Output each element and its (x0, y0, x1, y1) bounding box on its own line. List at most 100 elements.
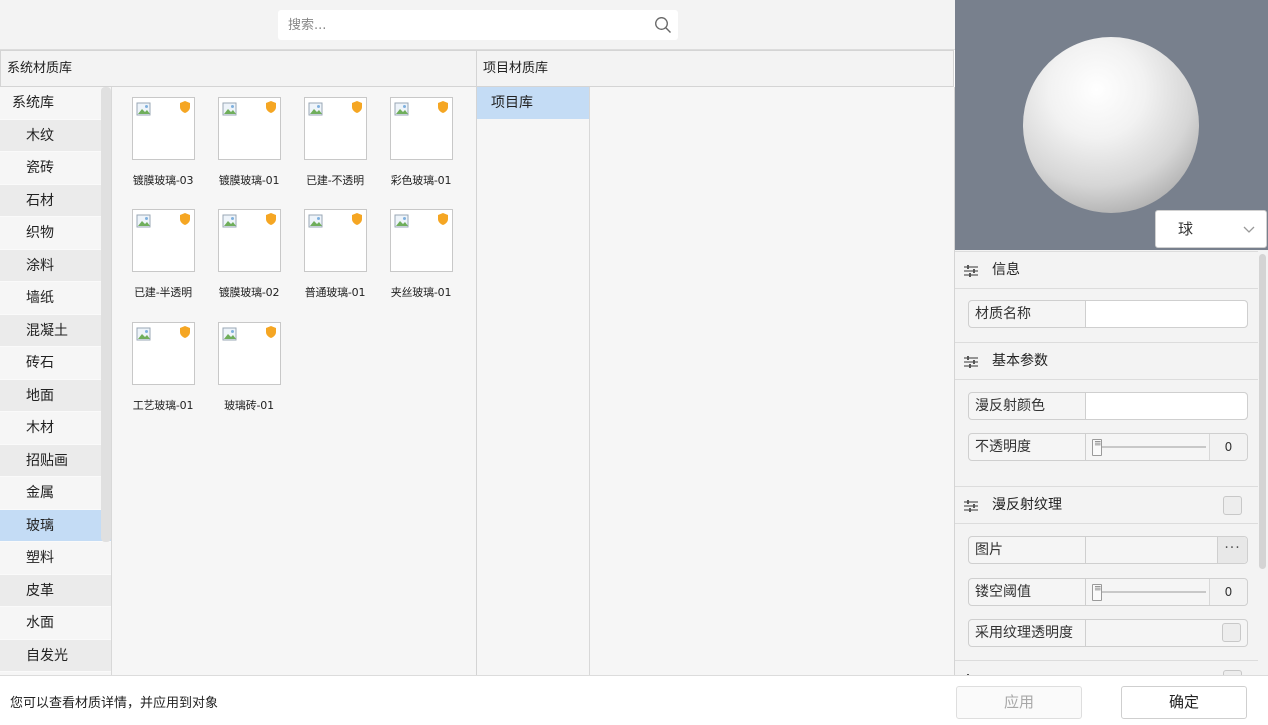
settings-sliders-icon (964, 500, 978, 512)
image-placeholder-icon (136, 102, 150, 116)
category-item-stone[interactable]: 石材 (0, 184, 111, 217)
material-thumbnail[interactable] (217, 97, 281, 160)
properties-scrollbar-thumb[interactable] (1259, 254, 1266, 569)
shield-badge-icon (351, 213, 362, 225)
settings-sliders-icon (964, 265, 978, 277)
category-item-plastic[interactable]: 塑料 (0, 542, 111, 575)
info-section-header[interactable]: 信息 (955, 251, 1258, 289)
material-thumbnail[interactable] (389, 97, 453, 160)
material-tile[interactable]: 镀膜玻璃-01 (208, 97, 290, 188)
category-item-metal[interactable]: 金属 (0, 477, 111, 510)
basic-params-section-header[interactable]: 基本参数 (955, 342, 1258, 380)
category-item-wallpaper[interactable]: 墙纸 (0, 282, 111, 315)
cutout-slider-handle[interactable] (1092, 584, 1102, 601)
material-name-field: 材质名称 (968, 300, 1248, 328)
material-label: 玻璃砖-01 (224, 399, 274, 412)
material-tile[interactable]: 已建-不透明 (294, 97, 376, 188)
opacity-field: 不透明度 0 (968, 433, 1248, 461)
material-thumbnail[interactable] (131, 97, 195, 160)
opacity-value[interactable]: 0 (1209, 434, 1247, 460)
category-item-tile[interactable]: 瓷砖 (0, 152, 111, 185)
cutout-threshold-slider[interactable]: 0 (1086, 579, 1247, 605)
diffuse-texture-section-header[interactable]: 漫反射纹理 (955, 486, 1258, 524)
chevron-down-icon (1243, 226, 1255, 233)
opacity-slider-handle[interactable] (1092, 439, 1102, 456)
apply-button[interactable]: 应用 (956, 686, 1082, 719)
properties-scrollbar[interactable] (1258, 250, 1268, 675)
texture-image-field: 图片 ··· (968, 536, 1248, 564)
diffuse-color-field: 漫反射颜色 (968, 392, 1248, 420)
material-tile[interactable]: 镀膜玻璃-03 (122, 97, 204, 188)
image-placeholder-icon (308, 102, 322, 116)
footer-bar: 您可以查看材质详情，并应用到对象 应用 确定 (0, 675, 1268, 725)
material-thumbnail[interactable] (217, 322, 281, 385)
category-item-wood-grain[interactable]: 木纹 (0, 119, 111, 152)
category-list: 系统库 木纹 瓷砖 石材 织物 涂料 墙纸 混凝土 砖石 地面 木材 招贴画 金… (0, 87, 112, 675)
project-material-area (590, 87, 955, 675)
material-tile[interactable]: 普通玻璃-01 (294, 209, 376, 300)
search-icon[interactable] (654, 16, 672, 34)
opacity-slider[interactable]: 0 (1086, 434, 1247, 460)
project-library-item[interactable]: 项目库 (477, 87, 589, 119)
diffuse-color-swatch[interactable] (1086, 393, 1247, 419)
material-tile[interactable]: 工艺玻璃-01 (122, 322, 204, 413)
material-thumbnail[interactable] (131, 322, 195, 385)
diffuse-texture-checkbox[interactable] (1223, 496, 1242, 515)
image-placeholder-icon (222, 102, 236, 116)
shield-badge-icon (265, 213, 276, 225)
search-box[interactable] (278, 10, 678, 40)
preview-sphere (1023, 37, 1199, 213)
material-thumbnail[interactable] (389, 209, 453, 272)
texture-image-label: 图片 (969, 537, 1086, 563)
material-tile[interactable]: 玻璃砖-01 (208, 322, 290, 413)
category-item-system[interactable]: 系统库 (0, 87, 111, 120)
material-thumbnail[interactable] (217, 209, 281, 272)
material-name-label: 材质名称 (969, 301, 1086, 327)
category-item-leather[interactable]: 皮革 (0, 574, 111, 607)
system-library-header: 系统材质库 (0, 50, 477, 87)
category-item-emissive[interactable]: 自发光 (0, 639, 111, 672)
shield-badge-icon (179, 213, 190, 225)
category-item-floor[interactable]: 地面 (0, 379, 111, 412)
opacity-slider-track (1098, 446, 1206, 448)
cutout-threshold-value[interactable]: 0 (1209, 579, 1247, 605)
next-section-header[interactable] (955, 660, 1258, 675)
image-placeholder-icon (394, 102, 408, 116)
material-tile[interactable]: 夹丝玻璃-01 (380, 209, 462, 300)
category-item-fabric[interactable]: 织物 (0, 217, 111, 250)
category-item-paint[interactable]: 涂料 (0, 249, 111, 282)
category-item-poster[interactable]: 招贴画 (0, 444, 111, 477)
material-label: 镀膜玻璃-03 (132, 174, 194, 187)
material-thumbnail[interactable] (303, 97, 367, 160)
material-tile[interactable]: 已建-半透明 (122, 209, 204, 300)
material-tile[interactable]: 彩色玻璃-01 (380, 97, 462, 188)
diffuse-color-label: 漫反射颜色 (969, 393, 1086, 419)
material-name-input[interactable] (1086, 301, 1247, 327)
diffuse-texture-title: 漫反射纹理 (992, 497, 1062, 513)
category-item-brick[interactable]: 砖石 (0, 347, 111, 380)
cutout-threshold-field: 镂空阈值 0 (968, 578, 1248, 606)
basic-params-title: 基本参数 (992, 353, 1048, 369)
material-label: 彩色玻璃-01 (390, 174, 452, 187)
category-item-water[interactable]: 水面 (0, 607, 111, 640)
ok-button[interactable]: 确定 (1121, 686, 1247, 719)
material-thumbnail[interactable] (131, 209, 195, 272)
search-input[interactable] (278, 10, 648, 40)
cutout-slider-track (1098, 591, 1206, 593)
shield-badge-icon (351, 101, 362, 113)
image-placeholder-icon (394, 214, 408, 228)
category-scrollbar[interactable] (101, 87, 111, 542)
top-bar (0, 0, 955, 50)
use-texture-alpha-checkbox[interactable] (1222, 623, 1241, 642)
category-item-glass[interactable]: 玻璃 (0, 509, 111, 542)
use-texture-alpha-value (1086, 620, 1247, 646)
material-thumbnail[interactable] (303, 209, 367, 272)
browse-image-button[interactable]: ··· (1217, 537, 1247, 563)
material-label: 已建-不透明 (306, 174, 364, 187)
material-label: 已建-半透明 (134, 286, 192, 299)
material-tile[interactable]: 镀膜玻璃-02 (208, 209, 290, 300)
category-item-concrete[interactable]: 混凝土 (0, 314, 111, 347)
category-item-timber[interactable]: 木材 (0, 412, 111, 445)
project-library-header: 项目材质库 (477, 50, 954, 87)
preview-shape-select[interactable]: 球 (1155, 210, 1267, 248)
